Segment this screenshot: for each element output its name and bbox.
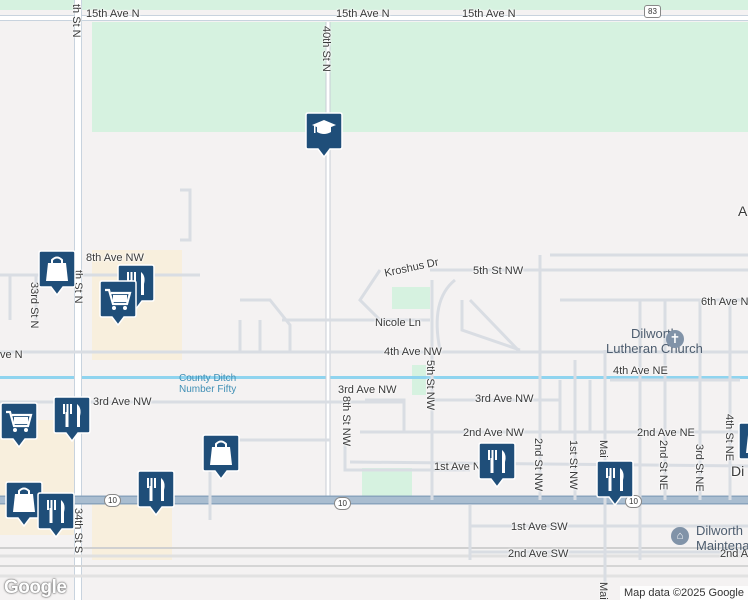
shopping-bag-icon [38, 250, 76, 296]
shopping-bag-pin[interactable] [738, 422, 748, 468]
restaurant-icon [137, 470, 175, 516]
street-label-8th-st-nw: 8th St NW [340, 396, 352, 447]
street-label-4th-ave-ne: 4th Ave NE [613, 365, 668, 377]
shopping-bag-pin[interactable] [202, 434, 240, 480]
street-label-6th-ave-n: 6th Ave N [701, 296, 748, 308]
street-label-2nd-ave-nw: 2nd Ave NW [463, 427, 524, 439]
street-label-main-ave: Mai [597, 440, 609, 458]
street-label-2nd-st-ne: 2nd St NE [657, 440, 669, 491]
poi-label-dilworth-lutheran-church[interactable]: Dilworth Lutheran Church [606, 326, 703, 356]
government-building-icon[interactable]: ⌂ [671, 527, 689, 545]
street-label-3rd-ave-nw-2: 3rd Ave NW [338, 384, 397, 396]
street-label-4th-ave-n: ve N [0, 349, 23, 361]
map-attribution[interactable]: Map data ©2025 Google [619, 586, 748, 600]
street-label-34th-st-n: th St N [70, 4, 82, 38]
restaurant-icon [596, 460, 634, 506]
street-label-main-ave-south: Mai [597, 582, 609, 600]
highway-83-shield: 83 [644, 5, 661, 18]
highway-10-shield-2: 10 [334, 497, 351, 510]
street-label-3rd-ave-nw-3: 3rd Ave NW [475, 393, 534, 405]
map-canvas[interactable]: 15th Ave N 15th Ave N 15th Ave N 40th St… [0, 0, 748, 600]
poi-label-dilworth-maintenance[interactable]: Dilworth Maintena [696, 523, 748, 553]
map-label-a: A [738, 203, 748, 219]
restaurant-pin[interactable] [53, 396, 91, 442]
street-label-40th-st-n: 40th St N [320, 26, 332, 72]
restaurant-pin[interactable] [596, 460, 634, 506]
street-label-3rd-ave-nw-1: 3rd Ave NW [93, 396, 152, 408]
street-label-5th-st-nw-vertical: 5th St NW [424, 360, 436, 411]
restaurant-pin[interactable] [37, 492, 75, 538]
shopping-bag-pin[interactable] [38, 250, 76, 296]
shopping-cart-icon [99, 280, 137, 326]
shopping-cart-icon [0, 402, 38, 448]
street-label-15th-ave-n-2: 15th Ave N [336, 8, 390, 20]
street-label-2nd-st-nw: 2nd St NW [532, 438, 544, 492]
google-logo: Google [4, 577, 67, 598]
water-label-county-ditch: County Ditch Number Fifty [179, 373, 237, 395]
highway-10-shield-1: 10 [104, 494, 121, 507]
street-label-5th-st-nw: 5th St NW [473, 265, 524, 277]
restaurant-icon [478, 442, 516, 488]
shopping-bag-icon [738, 422, 748, 460]
street-label-1st-ave-n: 1st Ave N [434, 461, 481, 473]
shopping-cart-pin[interactable] [0, 402, 38, 448]
restaurant-pin[interactable] [137, 470, 175, 516]
street-label-2nd-ave-ne: 2nd Ave NE [637, 427, 695, 439]
restaurant-pin[interactable] [478, 442, 516, 488]
school-icon [305, 112, 343, 158]
street-label-nicole-ln: Nicole Ln [375, 317, 421, 329]
street-label-1st-ave-sw: 1st Ave SW [511, 521, 568, 533]
restaurant-icon [37, 492, 75, 538]
street-label-15th-ave-n-1: 15th Ave N [86, 8, 140, 20]
restaurant-icon [53, 396, 91, 442]
street-label-4th-ave-nw: 4th Ave NW [384, 346, 442, 358]
street-label-1st-st-nw: 1st St NW [567, 440, 579, 490]
street-label-3rd-st-ne: 3rd St NE [693, 444, 705, 492]
church-cross-icon[interactable]: ✝ [666, 330, 684, 348]
shopping-bag-icon [202, 434, 240, 480]
street-label-4th-st-ne: 4th St NE [723, 414, 735, 462]
street-label-2nd-ave-sw: 2nd Ave SW [508, 548, 569, 560]
school-pin[interactable] [305, 112, 343, 158]
street-label-15th-ave-n-3: 15th Ave N [462, 8, 516, 20]
shopping-cart-pin[interactable] [99, 280, 137, 326]
street-label-8th-ave-nw: 8th Ave NW [86, 252, 144, 264]
